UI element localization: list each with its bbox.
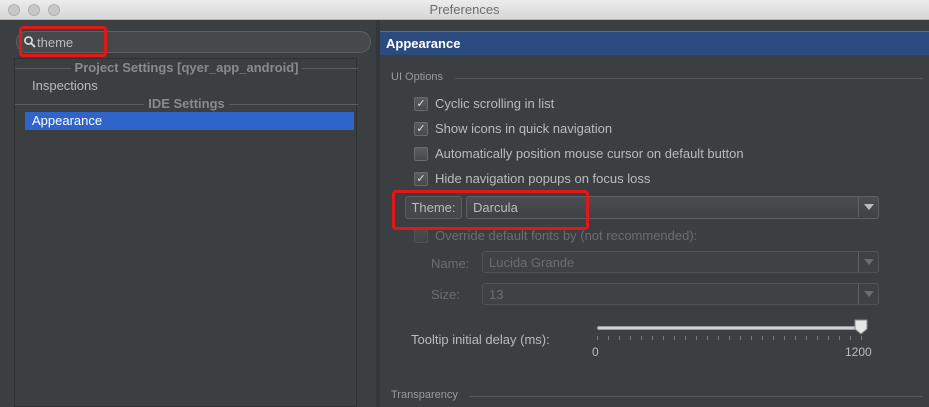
tooltip-delay-label: Tooltip initial delay (ms): [411,332,550,347]
slider-tick [828,336,829,340]
theme-label: Theme: [405,196,462,219]
slider-tick [652,336,653,340]
section-title-ui-options: UI Options [391,71,443,83]
tree-group-header-project: Project Settings [qyer_app_android] [15,60,358,76]
section-divider [455,78,923,79]
section-divider [469,396,923,397]
group-label: IDE Settings [144,96,229,111]
title-bar: Preferences [0,0,929,20]
slider-tick [608,336,609,340]
checkbox-unchecked-icon[interactable] [414,147,428,161]
appearance-settings-panel: Appearance UI Options ✓ Cyclic scrolling… [380,20,929,407]
checkbox-checked-icon[interactable]: ✓ [414,172,428,186]
slider-tick [707,336,708,340]
checkbox-checked-icon[interactable]: ✓ [414,122,428,136]
tooltip-delay-slider-thumb[interactable] [854,319,868,335]
slider-tick [630,336,631,340]
slider-tick [839,336,840,340]
slider-tick [762,336,763,340]
slider-tick [751,336,752,340]
slider-tick [817,336,818,340]
font-size-value: 13 [489,287,504,302]
slider-tick [740,336,741,340]
slider-tick [663,336,664,340]
settings-navigation-pane: Project Settings [qyer_app_android] Insp… [0,20,376,407]
chevron-down-icon[interactable] [858,284,878,304]
slider-tick [784,336,785,340]
tooltip-delay-slider-track[interactable] [597,326,861,330]
font-name-value: Lucida Grande [489,255,575,270]
checkbox-unchecked-icon[interactable] [414,229,428,243]
slider-tick [641,336,642,340]
chevron-down-icon[interactable] [858,252,878,272]
theme-dropdown[interactable]: Darcula [466,196,879,219]
slider-tick [685,336,686,340]
panel-title: Appearance [380,31,929,55]
group-label: Project Settings [qyer_app_android] [70,60,303,75]
font-name-dropdown[interactable]: Lucida Grande [482,251,879,273]
slider-tick [597,336,598,340]
tree-item-appearance[interactable]: Appearance [25,112,354,130]
tree-group-header-ide: IDE Settings [15,96,358,112]
slider-tick [729,336,730,340]
search-icon [24,36,36,48]
slider-max-label: 1200 [845,345,872,359]
checkbox-label: Hide navigation popups on focus loss [435,171,651,186]
slider-tick [850,336,851,340]
checkbox-label: Cyclic scrolling in list [435,96,555,111]
checkbox-checked-icon[interactable]: ✓ [414,97,428,111]
font-size-dropdown[interactable]: 13 [482,283,879,305]
slider-tick [773,336,774,340]
search-input[interactable] [37,34,357,50]
slider-tick [861,336,862,340]
settings-tree: Project Settings [qyer_app_android] Insp… [14,58,358,407]
tree-item-inspections[interactable]: Inspections [25,77,354,95]
slider-tick [718,336,719,340]
slider-tick [674,336,675,340]
window-title: Preferences [429,2,500,17]
slider-tick [795,336,796,340]
slider-tick [619,336,620,340]
chevron-down-icon[interactable] [858,197,878,217]
section-title-transparency: Transparency [391,389,458,401]
slider-tick [806,336,807,340]
font-name-label: Name: [431,256,470,271]
font-size-label: Size: [431,287,460,302]
checkbox-label: Show icons in quick navigation [435,121,613,136]
slider-tick [696,336,697,340]
checkbox-label: Override default fonts by (not recommend… [435,228,698,243]
theme-dropdown-value: Darcula [473,200,518,215]
checkbox-label: Automatically position mouse cursor on d… [435,146,744,161]
slider-min-label: 0 [592,345,599,359]
settings-search-box[interactable] [16,31,371,53]
